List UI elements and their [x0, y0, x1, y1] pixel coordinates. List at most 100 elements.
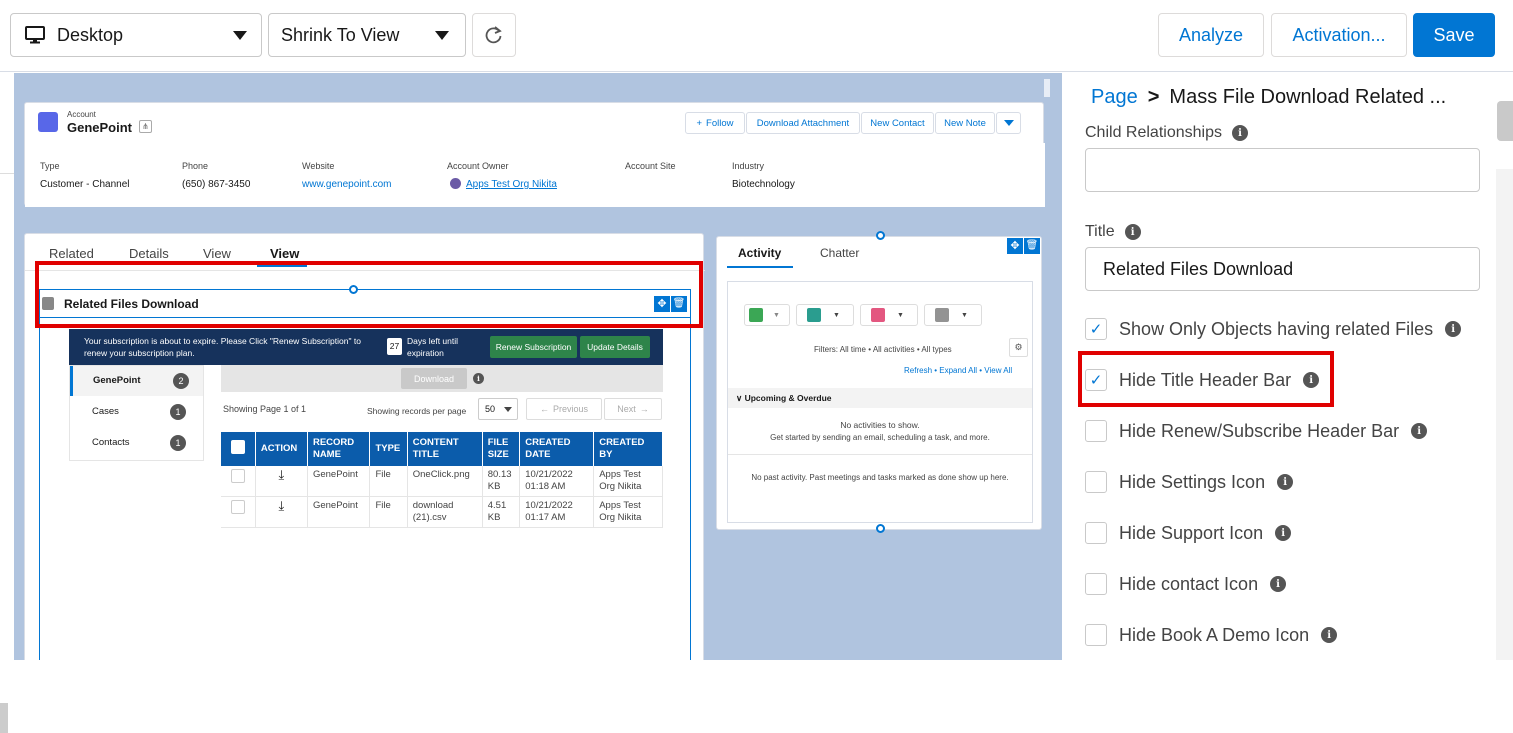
- info-icon: i: [1231, 125, 1248, 141]
- more-actions-button[interactable]: [996, 112, 1021, 134]
- get-started-text: Get started by sending an email, schedul…: [770, 433, 990, 442]
- child-relationships-input[interactable]: [1085, 148, 1480, 192]
- checkbox[interactable]: [1085, 471, 1107, 493]
- previous-button[interactable]: ← Previous: [526, 398, 602, 420]
- renew-subscription-button[interactable]: Renew Subscription: [490, 336, 577, 358]
- panel-collapse-tab[interactable]: [1497, 101, 1513, 141]
- child-relationships-label: Child Relationships i: [1085, 124, 1248, 142]
- tab-related[interactable]: Related: [49, 246, 94, 261]
- select-all-cell[interactable]: [221, 432, 256, 466]
- field-label: Phone: [182, 161, 209, 171]
- owner-link[interactable]: Apps Test Org Nikita: [466, 179, 557, 190]
- hierarchy-icon[interactable]: ⋔: [139, 120, 152, 133]
- tab-view-active[interactable]: View: [270, 246, 299, 261]
- created-by-link[interactable]: Apps Test Org Nikita: [593, 496, 663, 528]
- log-call-button[interactable]: ▼: [796, 304, 854, 326]
- next-button[interactable]: Next →: [604, 398, 662, 420]
- view-dropdown[interactable]: Shrink To View: [268, 13, 466, 57]
- resize-handle[interactable]: [876, 231, 885, 240]
- content-title-link[interactable]: download (21).csv: [407, 496, 483, 528]
- tab-activity[interactable]: Activity: [738, 246, 781, 260]
- refresh-button[interactable]: [472, 13, 516, 57]
- select-all-checkbox[interactable]: [230, 440, 245, 454]
- checkbox[interactable]: [1085, 624, 1107, 646]
- tab-chatter[interactable]: Chatter: [820, 246, 859, 260]
- move-icon[interactable]: ✥: [1007, 238, 1023, 254]
- save-button[interactable]: Save: [1413, 13, 1495, 57]
- option-hide-renew-header[interactable]: Hide Renew/Subscribe Header Bar i: [1085, 420, 1428, 442]
- activity-body: ▼ ▼ ▼ ▼ Filters: All time • All activiti…: [727, 281, 1033, 523]
- title-input[interactable]: Related Files Download: [1085, 247, 1480, 291]
- new-note-button[interactable]: New Note: [935, 112, 995, 134]
- option-hide-book-demo-icon[interactable]: Hide Book A Demo Icon i: [1085, 624, 1338, 646]
- info-icon: i: [1270, 576, 1287, 592]
- col-header: TYPE: [369, 432, 408, 466]
- component-frame: Related Files Download ✥ 🗑 Your subscrip…: [39, 285, 691, 660]
- days-text: Days left until expiration: [407, 336, 459, 358]
- account-highlights: Account GenePoint ⋔ + Follow Download At…: [24, 102, 1045, 207]
- type-cell: File: [369, 466, 408, 497]
- panel-scrollbar[interactable]: [1496, 169, 1513, 660]
- gear-icon[interactable]: ⚙: [1009, 338, 1028, 357]
- tab-view[interactable]: View: [203, 246, 231, 261]
- download-icon[interactable]: ⤓: [255, 466, 308, 497]
- record-link[interactable]: GenePoint: [307, 466, 371, 497]
- tab-details[interactable]: Details: [129, 246, 169, 261]
- device-dropdown[interactable]: Desktop: [10, 13, 262, 57]
- chevron-down-icon: [435, 31, 449, 40]
- breadcrumb-current: Mass File Download Related ...: [1169, 86, 1447, 108]
- event-icon: [871, 308, 885, 322]
- new-contact-button[interactable]: New Contact: [861, 112, 934, 134]
- chevron-down-icon: [1003, 120, 1014, 126]
- avatar: [450, 178, 461, 189]
- breadcrumb-page-link[interactable]: Page: [1091, 86, 1138, 109]
- refresh-links[interactable]: Refresh • Expand All • View All: [904, 366, 1012, 375]
- analyze-button[interactable]: Analyze: [1158, 13, 1264, 57]
- email-button[interactable]: ▼: [924, 304, 982, 326]
- checkbox[interactable]: [1085, 573, 1107, 595]
- checkbox-checked[interactable]: ✓: [1085, 318, 1107, 340]
- checkbox[interactable]: [1085, 420, 1107, 442]
- canvas-scrollbar[interactable]: [1044, 79, 1050, 97]
- content-title-link[interactable]: OneClick.png: [407, 466, 483, 497]
- activation-button[interactable]: Activation...: [1271, 13, 1407, 57]
- follow-button[interactable]: + Follow: [685, 112, 745, 134]
- view-label: Shrink To View: [281, 24, 400, 45]
- field-value: Biotechnology: [732, 179, 795, 190]
- info-icon: i: [1445, 321, 1462, 337]
- option-hide-settings-icon[interactable]: Hide Settings Icon i: [1085, 471, 1294, 493]
- new-task-button[interactable]: ▼: [744, 304, 790, 326]
- info-icon: i: [1275, 525, 1292, 541]
- checkbox[interactable]: [1085, 522, 1107, 544]
- resize-handle[interactable]: [876, 524, 885, 533]
- info-icon: i: [1321, 627, 1338, 643]
- size-cell: 4.51 KB: [482, 496, 521, 528]
- account-icon: [38, 112, 58, 132]
- row-checkbox[interactable]: [230, 500, 245, 514]
- upcoming-header[interactable]: ∨ Upcoming & Overdue: [728, 388, 1032, 408]
- list-item[interactable]: GenePoint 2: [70, 366, 203, 396]
- record-link[interactable]: GenePoint: [307, 496, 371, 528]
- refresh-icon: [485, 26, 502, 44]
- download-attachment-button[interactable]: Download Attachment: [746, 112, 860, 134]
- activity-actions: ▼ ▼ ▼ ▼: [744, 304, 982, 326]
- download-icon[interactable]: ⤓: [255, 496, 308, 528]
- delete-icon[interactable]: 🗑: [1024, 238, 1040, 254]
- download-button[interactable]: Download: [401, 368, 467, 389]
- object-name: GenePoint: [93, 375, 141, 386]
- update-details-button[interactable]: Update Details: [580, 336, 650, 358]
- option-show-only-objects[interactable]: ✓ Show Only Objects having related Files i: [1085, 318, 1462, 340]
- row-checkbox[interactable]: [230, 469, 245, 483]
- size-cell: 80.13 KB: [482, 466, 521, 497]
- field-label: Account Owner: [447, 161, 509, 171]
- option-hide-support-icon[interactable]: Hide Support Icon i: [1085, 522, 1292, 544]
- created-by-link[interactable]: Apps Test Org Nikita: [593, 466, 663, 497]
- list-item[interactable]: Contacts 1: [70, 428, 203, 458]
- per-page-select[interactable]: 50: [478, 398, 518, 420]
- option-hide-contact-icon[interactable]: Hide contact Icon i: [1085, 573, 1287, 595]
- new-event-button[interactable]: ▼: [860, 304, 918, 326]
- website-link[interactable]: www.genepoint.com: [302, 179, 392, 190]
- info-icon: i: [1277, 474, 1294, 490]
- list-item[interactable]: Cases 1: [70, 397, 203, 427]
- col-header: CREATED BY: [593, 432, 663, 466]
